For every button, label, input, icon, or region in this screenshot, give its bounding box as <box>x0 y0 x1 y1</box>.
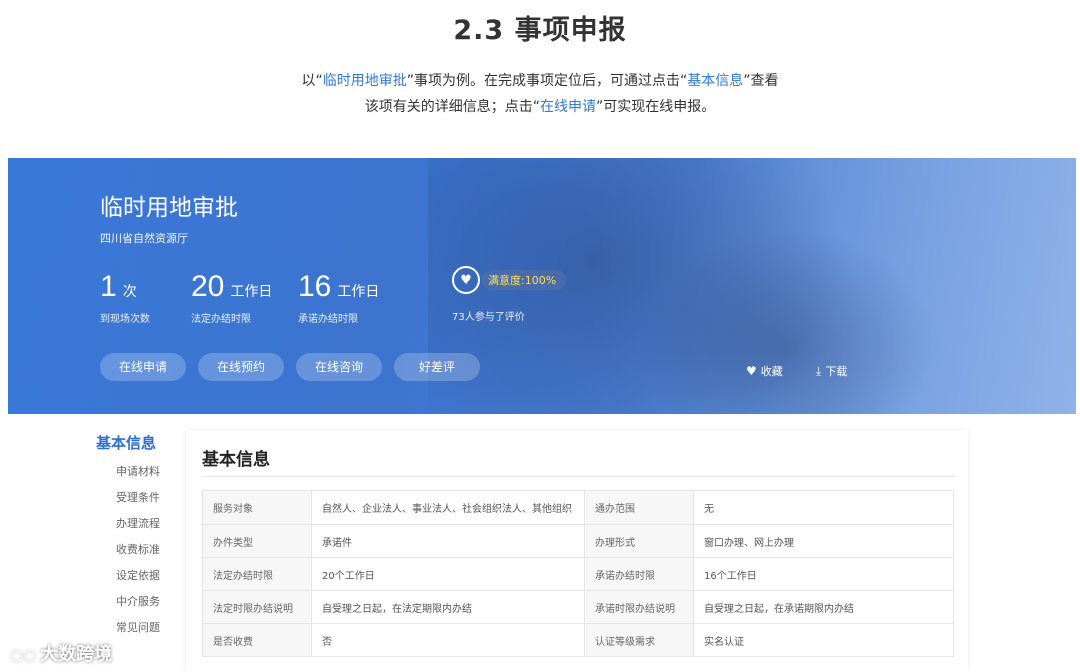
satisfaction-badge: 满意度:100% <box>482 270 567 290</box>
row-value: 自受理之日起，在承诺期限内办结 <box>693 590 954 624</box>
row-value: 实名认证 <box>693 623 954 657</box>
row-value: 自然人、企业法人、事业法人、社会组织法人、其他组织 <box>311 490 585 525</box>
sidebar-item-materials[interactable]: 申请材料 <box>96 459 176 485</box>
stat-caption: 承诺办结时限 <box>298 314 358 325</box>
row-key: 认证等级需求 <box>584 623 694 657</box>
row-value: 16个工作日 <box>693 557 954 591</box>
stat-number: 16 <box>298 270 332 303</box>
download-label: 下载 <box>825 365 848 378</box>
book-online-button[interactable]: 在线预约 <box>198 353 284 381</box>
favorite-label: 收藏 <box>760 365 783 378</box>
satisfaction-caption: 73人参与了评价 <box>452 312 525 323</box>
divider <box>202 476 956 477</box>
hero-background-figure <box>628 218 948 414</box>
hero-banner: 临时用地审批 四川省自然资源厅 1次 到现场次数 20 工作日 法定办结时限 16… <box>8 158 1076 414</box>
table-row: 是否收费 否 认证等级需求 实名认证 <box>202 623 954 657</box>
row-key: 法定办结时限 <box>202 557 312 591</box>
sidebar-item-basic-info[interactable]: 基本信息 <box>96 432 176 453</box>
sidebar-list: 申请材料 受理条件 办理流程 收费标准 设定依据 中介服务 常见问题 <box>96 459 176 641</box>
sidebar-item-fees[interactable]: 收费标准 <box>96 537 176 563</box>
row-key: 法定时限办结说明 <box>202 590 312 624</box>
stat-unit: 工作日 <box>230 284 273 300</box>
row-value: 承诺件 <box>311 524 585 558</box>
intro-text-segment: 以“ <box>301 73 323 89</box>
table-row: 法定时限办结说明 自受理之日起，在法定期限内办结 承诺时限办结说明 自受理之日起… <box>202 590 954 624</box>
table-row: 服务对象 自然人、企业法人、事业法人、社会组织法人、其他组织 通办范围 无 <box>202 490 954 525</box>
stat-visits: 1次 到现场次数 <box>100 270 150 325</box>
row-key: 通办范围 <box>584 490 694 525</box>
intro-text-segment: 该项有关的详细信息；点击“ <box>364 99 540 115</box>
sidebar-item-faq[interactable]: 常见问题 <box>96 615 176 641</box>
intro-line-1: 以“临时用地审批”事项为例。在完成事项定位后，可通过点击“基本信息”查看 <box>0 68 1080 94</box>
rating-button[interactable]: 好差评 <box>394 353 480 381</box>
stat-number: 1 <box>100 270 117 303</box>
stat-number: 20 <box>191 270 225 303</box>
row-key: 承诺时限办结说明 <box>584 590 694 624</box>
stat-unit: 工作日 <box>337 284 380 300</box>
heart-chat-icon: ♥ <box>452 266 480 294</box>
intro-highlight: 临时用地审批 <box>322 73 407 89</box>
info-table: 服务对象 自然人、企业法人、事业法人、社会组织法人、其他组织 通办范围 无 办件… <box>202 490 954 657</box>
row-value: 自受理之日起，在法定期限内办结 <box>311 590 585 624</box>
row-key: 服务对象 <box>202 490 312 525</box>
page-title: 2.3 事项申报 <box>453 15 627 46</box>
stat-legal-limit: 20 工作日 法定办结时限 <box>191 270 273 325</box>
favorite-button[interactable]: ♥ 收藏 <box>746 363 783 379</box>
row-value: 20个工作日 <box>311 557 585 591</box>
intro-text-segment: ”可实现在线申报。 <box>596 99 716 115</box>
watermark-logo-icon: ◌◌ <box>10 646 37 664</box>
basic-info-card: 基本信息 服务对象 自然人、企业法人、事业法人、社会组织法人、其他组织 通办范围… <box>186 430 968 672</box>
card-title: 基本信息 <box>202 450 270 470</box>
watermark-text: 大数跨境 <box>40 644 113 665</box>
intro-text: 以“临时用地审批”事项为例。在完成事项定位后，可通过点击“基本信息”查看 该项有… <box>0 68 1080 120</box>
row-value: 否 <box>311 623 585 657</box>
download-icon: ⤓ <box>816 364 822 378</box>
intro-text-segment: ”查看 <box>743 73 779 89</box>
row-key: 是否收费 <box>202 623 312 657</box>
item-title: 临时用地审批 <box>100 195 238 221</box>
table-row: 办件类型 承诺件 办理形式 窗口办理、网上办理 <box>202 524 954 558</box>
sidebar-item-conditions[interactable]: 受理条件 <box>96 485 176 511</box>
apply-online-button[interactable]: 在线申请 <box>100 353 186 381</box>
sidebar-item-intermediary[interactable]: 中介服务 <box>96 589 176 615</box>
stat-caption: 法定办结时限 <box>191 314 251 325</box>
watermark: ◌◌ 大数跨境 <box>10 640 112 666</box>
row-key: 办件类型 <box>202 524 312 558</box>
sidebar-item-process[interactable]: 办理流程 <box>96 511 176 537</box>
heart-icon: ♥ <box>746 364 757 378</box>
sidebar-item-basis[interactable]: 设定依据 <box>96 563 176 589</box>
row-key: 办理形式 <box>584 524 694 558</box>
stat-unit: 次 <box>122 284 137 300</box>
department-name: 四川省自然资源厅 <box>100 232 188 245</box>
intro-line-2: 该项有关的详细信息；点击“在线申请”可实现在线申报。 <box>0 94 1080 120</box>
stat-promised-limit: 16 工作日 承诺办结时限 <box>298 270 380 325</box>
row-key: 承诺办结时限 <box>584 557 694 591</box>
intro-text-segment: ”事项为例。在完成事项定位后，可通过点击“ <box>406 73 688 89</box>
intro-highlight: 基本信息 <box>687 73 744 89</box>
intro-highlight: 在线申请 <box>540 99 596 115</box>
row-value: 无 <box>693 490 954 525</box>
row-value: 窗口办理、网上办理 <box>693 524 954 558</box>
table-row: 法定办结时限 20个工作日 承诺办结时限 16个工作日 <box>202 557 954 591</box>
consult-online-button[interactable]: 在线咨询 <box>296 353 382 381</box>
download-button[interactable]: ⤓ 下载 <box>816 363 847 379</box>
sidebar-nav: 基本信息 申请材料 受理条件 办理流程 收费标准 设定依据 中介服务 常见问题 <box>96 432 176 641</box>
stat-caption: 到现场次数 <box>100 314 150 325</box>
